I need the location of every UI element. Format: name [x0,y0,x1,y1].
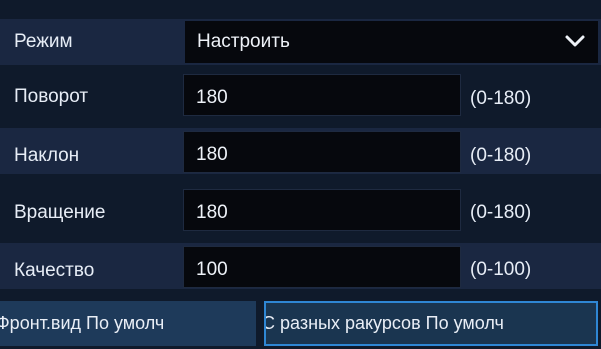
multi-angle-default-label: С разных ракурсов По умолч [264,313,504,333]
pan-row: Поворот 180 (0-180) [0,74,601,120]
quality-row: Качество 100 (0-100) [0,243,601,289]
rotation-range: (0-180) [470,202,532,223]
pan-value: 180 [196,87,228,108]
pan-input[interactable]: 180 [183,74,461,116]
tilt-value: 180 [196,144,228,165]
tilt-input[interactable]: 180 [183,131,461,173]
pan-range: (0-180) [470,88,532,109]
settings-panel: Режим Настроить Поворот 180 (0-180) Накл… [0,0,601,349]
quality-label: Качество [14,260,95,281]
tilt-range: (0-180) [470,145,532,166]
rotation-value: 180 [196,202,228,223]
tilt-label: Наклон [14,145,80,166]
quality-range: (0-100) [470,259,532,280]
mode-select[interactable]: Настроить [185,21,598,63]
rotation-label: Вращение [14,202,106,223]
chevron-down-icon[interactable] [564,32,586,50]
multi-angle-default-button[interactable]: С разных ракурсов По умолч [264,301,598,346]
tilt-row: Наклон 180 (0-180) [0,128,601,174]
rotation-row: Вращение 180 (0-180) [0,186,601,232]
mode-row: Режим Настроить [0,19,601,65]
mode-label: Режим [14,31,73,52]
mode-select-value: Настроить [197,31,290,52]
front-view-default-label: Фронт.вид По умолч [0,313,165,333]
front-view-default-button[interactable]: Фронт.вид По умолч [0,301,256,346]
pan-label: Поворот [14,86,89,107]
quality-value: 100 [196,259,228,280]
quality-input[interactable]: 100 [183,246,461,288]
rotation-input[interactable]: 180 [183,189,461,231]
